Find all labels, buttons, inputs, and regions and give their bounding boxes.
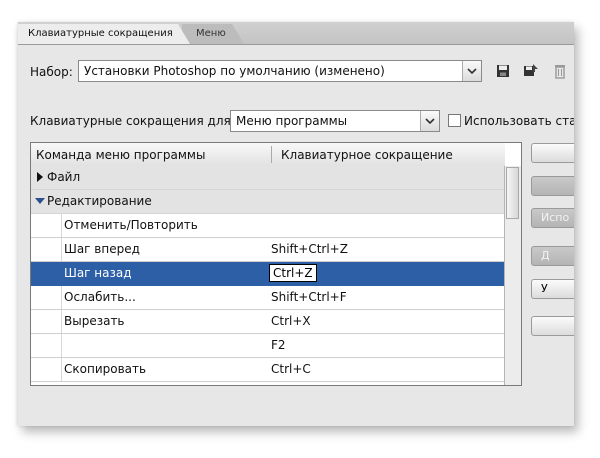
save-as-icon[interactable] — [522, 62, 540, 80]
indent-divider — [61, 262, 62, 285]
column-header-command[interactable]: Команда меню программы — [36, 148, 205, 162]
keyboard-shortcuts-dialog: Клавиатурные сокращения Меню Набор: Уста… — [18, 22, 574, 426]
table-row[interactable]: Отменить/Повторить — [31, 214, 505, 238]
shortcut-value[interactable]: Ctrl+C — [271, 362, 311, 376]
table-row[interactable]: Файл — [31, 166, 505, 190]
shortcut-value[interactable]: Ctrl+X — [271, 314, 311, 328]
chevron-down-icon — [462, 61, 481, 81]
save-icon[interactable] — [494, 62, 512, 80]
table-header: Команда меню программы Клавиатурное сокр… — [31, 143, 505, 167]
preset-select[interactable]: Установки Photoshop по умолчанию (измене… — [78, 60, 482, 82]
indent-divider — [61, 286, 62, 309]
side-button-2[interactable] — [531, 176, 574, 196]
shortcut-edit-field[interactable]: Ctrl+Z — [269, 264, 317, 282]
vertical-scrollbar[interactable] — [504, 166, 521, 385]
table-row-selected[interactable]: Шаг назад Ctrl+Z — [31, 262, 505, 286]
column-header-shortcut[interactable]: Клавиатурное сокращение — [281, 148, 453, 162]
command-name: Файл — [47, 170, 81, 184]
indent-divider — [61, 214, 62, 237]
indent-divider — [61, 358, 62, 381]
side-button-6[interactable] — [531, 316, 574, 336]
indent-divider — [61, 238, 62, 261]
command-name: Шаг вперед — [64, 242, 140, 256]
side-button-1[interactable] — [531, 143, 574, 163]
preset-label: Набор: — [30, 65, 73, 79]
column-separator — [271, 146, 272, 163]
shortcuts-table: Команда меню программы Клавиатурное сокр… — [30, 142, 522, 386]
chevron-down-icon — [420, 111, 439, 131]
scrollbar-thumb[interactable] — [506, 167, 519, 219]
table-row[interactable]: Скопировать Ctrl+C — [31, 358, 505, 382]
shortcut-value[interactable]: F2 — [271, 338, 286, 352]
shortcuts-for-select[interactable]: Меню программы — [230, 110, 440, 132]
table-row[interactable]: Шаг вперед Shift+Ctrl+Z — [31, 238, 505, 262]
command-name: Шаг назад — [64, 266, 132, 280]
command-name: Отменить/Повторить — [64, 218, 198, 232]
collapse-triangle-icon[interactable] — [35, 196, 45, 206]
expand-triangle-icon[interactable] — [35, 172, 45, 182]
use-legacy-checkbox[interactable] — [448, 114, 461, 127]
tab-keyboard-shortcuts[interactable]: Клавиатурные сокращения — [18, 24, 190, 44]
command-name: Ослабить... — [64, 290, 136, 304]
add-shortcut-button[interactable]: Д — [531, 246, 574, 266]
shortcut-value[interactable]: Shift+Ctrl+F — [271, 290, 347, 304]
command-name: Скопировать — [64, 362, 147, 376]
shortcuts-for-select-value: Меню программы — [236, 114, 348, 128]
indent-divider — [61, 310, 62, 333]
table-row[interactable]: Ослабить... Shift+Ctrl+F — [31, 286, 505, 310]
command-name: Вырезать — [64, 314, 125, 328]
tab-menus[interactable]: Меню — [182, 24, 244, 44]
indent-divider — [61, 334, 62, 357]
tab-strip: Клавиатурные сокращения Меню — [18, 22, 574, 45]
shortcuts-for-label: Клавиатурные сокращения для: — [30, 114, 235, 128]
table-row[interactable]: F2 — [31, 334, 505, 358]
delete-icon[interactable] — [551, 62, 569, 80]
shortcut-value[interactable]: Shift+Ctrl+Z — [271, 242, 348, 256]
use-legacy-label: Использовать ста — [464, 114, 574, 128]
table-row[interactable]: Редактирование — [31, 190, 505, 214]
use-default-button[interactable]: Испо — [531, 208, 574, 228]
command-name: Редактирование — [47, 194, 152, 208]
preset-select-value: Установки Photoshop по умолчанию (измене… — [84, 64, 385, 78]
delete-shortcut-button[interactable]: У — [531, 279, 574, 299]
table-row[interactable]: Вырезать Ctrl+X — [31, 310, 505, 334]
